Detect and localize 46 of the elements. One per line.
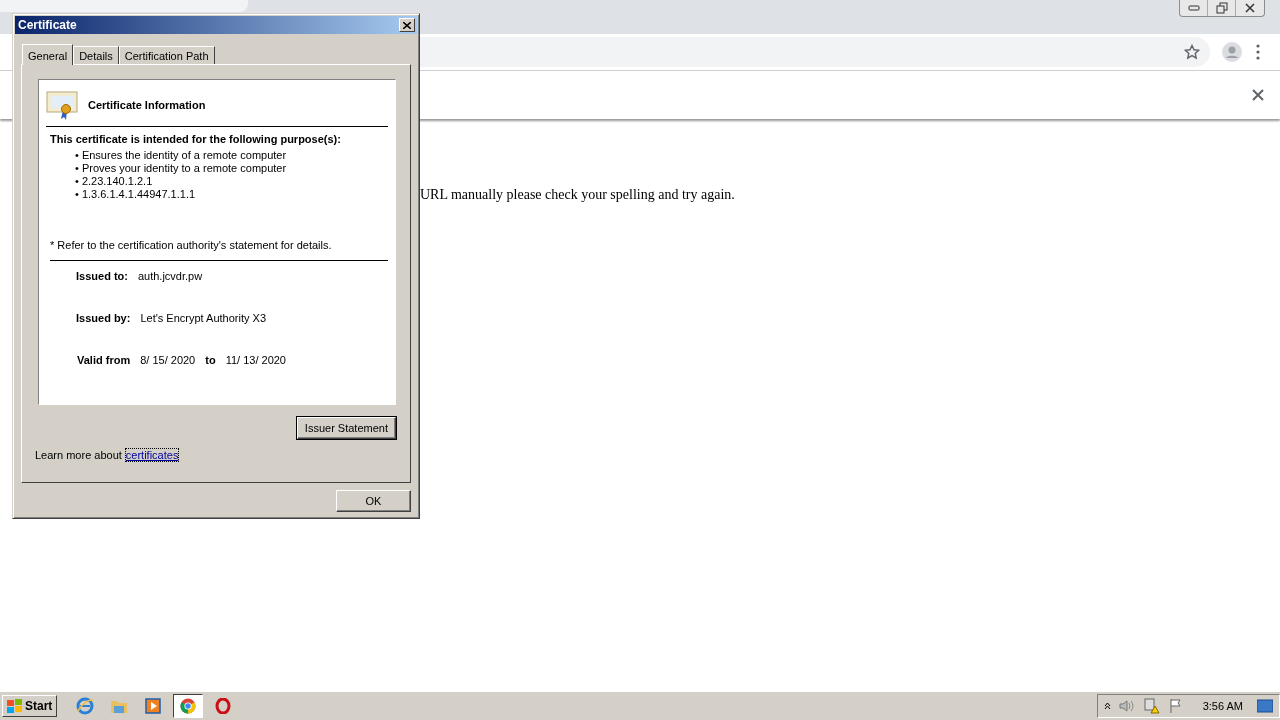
field-value: auth.jcvdr.pw bbox=[137, 270, 203, 284]
tab[interactable]: Details bbox=[73, 46, 119, 64]
field-label: Valid from bbox=[77, 354, 131, 366]
taskbar-app[interactable] bbox=[173, 694, 204, 718]
purpose-item: • Ensures the identity of a remote computer bbox=[75, 149, 288, 162]
ring-icon bbox=[215, 698, 232, 714]
error-message: URL manually please check your spelling and try again. bbox=[420, 187, 735, 202]
close-icon bbox=[1244, 3, 1256, 13]
clock[interactable]: 3:56 AM bbox=[1202, 700, 1243, 712]
avatar-icon[interactable] bbox=[1222, 42, 1242, 62]
certificate-icon bbox=[46, 90, 78, 120]
close-button[interactable] bbox=[399, 18, 415, 32]
ok-button[interactable]: OK bbox=[336, 490, 411, 512]
start-button[interactable]: Start bbox=[2, 695, 58, 717]
purpose-item: • 1.3.6.1.4.1.44947.1.1.1 bbox=[75, 188, 197, 201]
field-label: Issued by: bbox=[76, 312, 131, 326]
learn-more-text: Learn more about bbox=[35, 449, 122, 461]
star-icon[interactable] bbox=[1184, 44, 1200, 60]
tab[interactable]: Certification Path bbox=[118, 46, 215, 64]
globe-icon bbox=[76, 697, 95, 715]
window-title: Certificate bbox=[18, 18, 77, 32]
play-icon bbox=[145, 698, 162, 714]
field-label: Issued to: bbox=[76, 270, 128, 284]
folder-icon bbox=[110, 698, 129, 714]
field-value: 8/ 15/ 2020 bbox=[140, 354, 196, 366]
speaker-icon[interactable] bbox=[1118, 699, 1135, 713]
close-icon[interactable] bbox=[1252, 89, 1264, 101]
issuer-statement-button[interactable]: Issuer Statement bbox=[296, 417, 396, 439]
note: * Refer to the certification authority's statement for details. bbox=[50, 239, 388, 261]
browser-icon bbox=[180, 698, 197, 714]
purpose-heading: This certificate is intended for the following purpose(s): bbox=[50, 133, 342, 145]
windows-flag-icon bbox=[7, 699, 23, 713]
close-icon bbox=[403, 21, 411, 29]
certificates-link[interactable]: certificates bbox=[125, 449, 179, 461]
field-value: 11/ 13/ 2020 bbox=[225, 354, 286, 366]
chevron-icon[interactable] bbox=[1103, 702, 1111, 710]
field-value: Let's Encrypt Authority X3 bbox=[140, 312, 266, 326]
network-warning-icon[interactable] bbox=[1142, 698, 1161, 714]
minimize-icon bbox=[1187, 5, 1200, 11]
heading: Certificate Information bbox=[88, 99, 206, 111]
field-label: to bbox=[205, 354, 216, 366]
purpose-item: • 2.23.140.1.2.1 bbox=[75, 175, 154, 188]
menu-icon[interactable] bbox=[1256, 44, 1260, 60]
flag-icon[interactable] bbox=[1168, 698, 1183, 714]
purpose-item: • Proves your identity to a remote computer bbox=[75, 162, 288, 175]
tab[interactable]: General bbox=[22, 44, 74, 65]
